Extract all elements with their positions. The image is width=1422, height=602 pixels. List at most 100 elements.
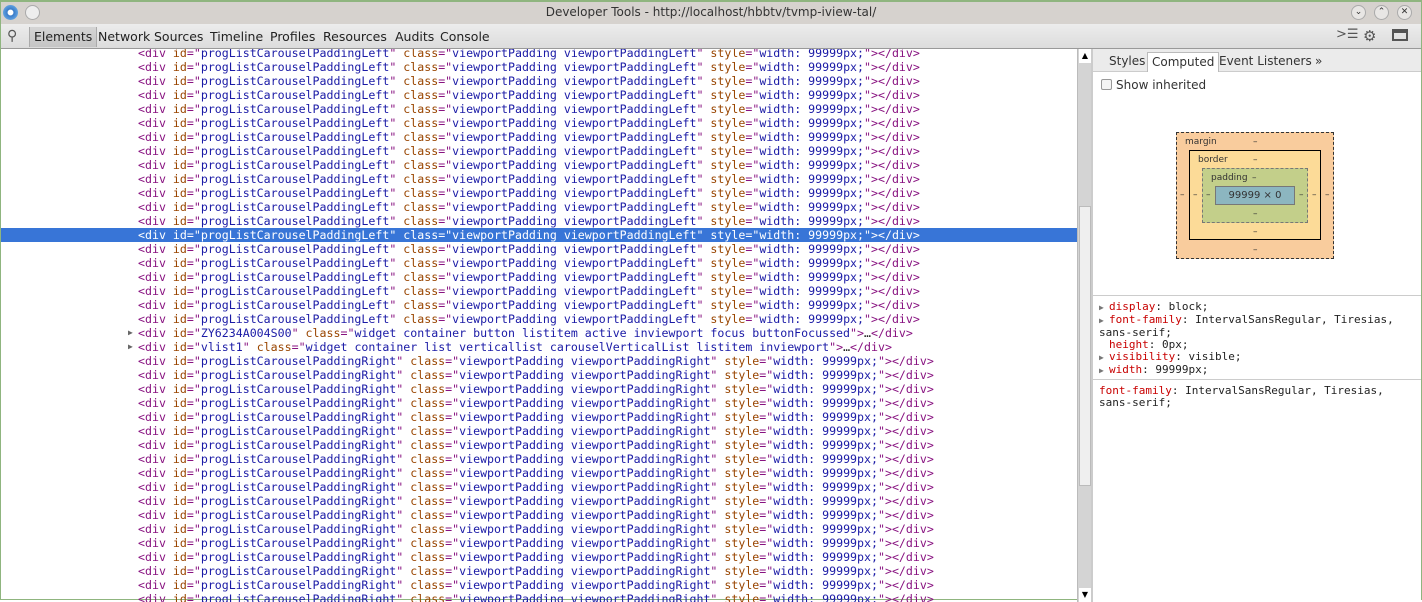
tab-styles[interactable]: Styles [1105, 52, 1149, 72]
tab-elements[interactable]: Elements [29, 27, 98, 47]
attr-name: class [403, 578, 446, 592]
tab-console[interactable]: Console [436, 27, 494, 47]
dom-node-row[interactable]: <div id="progListCarouselPaddingLeft" cl… [1, 312, 1077, 326]
dom-node-row[interactable]: <div id="progListCarouselPaddingRight" c… [1, 410, 1077, 424]
scrollbar-thumb[interactable] [1079, 206, 1091, 486]
tag-close: </div> [877, 88, 920, 102]
dom-node-row[interactable]: <div id="progListCarouselPaddingLeft" cl… [1, 256, 1077, 270]
dom-node-row[interactable]: <div id="progListCarouselPaddingLeft" cl… [1, 116, 1077, 130]
attr-value-style: width: 99999px; [759, 200, 865, 214]
dom-node-row[interactable]: <div id="progListCarouselPaddingRight" c… [1, 466, 1077, 480]
tab-profiles[interactable]: Profiles [266, 27, 319, 47]
attr-value-class: viewportPadding viewportPaddingRight [459, 494, 711, 508]
dom-node-row[interactable]: <div id="progListCarouselPaddingLeft" cl… [1, 214, 1077, 228]
dom-node-row[interactable]: <div id="progListCarouselPaddingLeft" cl… [1, 49, 1077, 60]
punct: =" [186, 242, 201, 256]
dom-node-row[interactable]: <div id="progListCarouselPaddingRight" c… [1, 578, 1077, 592]
tab-network[interactable]: Network [94, 27, 154, 47]
punct: =" [759, 382, 774, 396]
dom-node-row[interactable]: <div id="progListCarouselPaddingRight" c… [1, 494, 1077, 508]
tab-resources[interactable]: Resources [319, 27, 391, 47]
dom-node-row[interactable]: <div id="progListCarouselPaddingLeft" cl… [1, 172, 1077, 186]
dom-node-row[interactable]: <div id="progListCarouselPaddingLeft" cl… [1, 228, 1077, 242]
expand-triangle-icon[interactable]: ▶ [128, 340, 133, 354]
expand-triangle-icon[interactable]: ▶ [1099, 352, 1109, 364]
attr-name: class [396, 312, 439, 326]
dom-node-row[interactable]: <div id="progListCarouselPaddingLeft" cl… [1, 284, 1077, 298]
punct: =" [438, 144, 453, 158]
dom-node-row[interactable]: <div id="progListCarouselPaddingRight" c… [1, 522, 1077, 536]
tab-sources[interactable]: Sources [150, 27, 207, 47]
attr-value-class: viewportPadding viewportPaddingRight [459, 382, 711, 396]
dom-node-row[interactable]: <div id="progListCarouselPaddingRight" c… [1, 508, 1077, 522]
computed-property[interactable]: ▶ width: 99999px; [1099, 364, 1415, 377]
attr-name: class [403, 522, 446, 536]
attr-value-class: viewportPadding viewportPaddingLeft [452, 312, 697, 326]
dom-node-row[interactable]: <div id="progListCarouselPaddingLeft" cl… [1, 200, 1077, 214]
dom-node-row[interactable]: <div id="progListCarouselPaddingLeft" cl… [1, 88, 1077, 102]
punct: =" [438, 242, 453, 256]
dom-node-row[interactable]: <div id="progListCarouselPaddingLeft" cl… [1, 242, 1077, 256]
expand-triangle-icon[interactable]: ▶ [1099, 302, 1109, 314]
tab-computed[interactable]: Computed [1147, 52, 1220, 72]
attr-name: style [717, 466, 760, 480]
search-icon[interactable]: ⚲ [7, 28, 17, 44]
punct: "> [864, 186, 878, 200]
more-tabs-icon[interactable]: » [1311, 52, 1326, 72]
attr-value-style: width: 99999px; [773, 592, 878, 602]
tab-audits[interactable]: Audits [391, 27, 438, 47]
attr-value-id: progListCarouselPaddingRight [200, 592, 397, 602]
attr-name: style [703, 256, 746, 270]
elements-tree[interactable]: <div id="progListCarouselPaddingLeft" cl… [1, 49, 1077, 602]
dom-node-row[interactable]: ▶ <div id="vlist1" class="widget containe… [1, 340, 1077, 354]
attr-value-id: progListCarouselPaddingLeft [200, 200, 390, 214]
elements-scrollbar[interactable]: ▲ ▼ [1077, 49, 1091, 602]
dom-node-row[interactable]: <div id="progListCarouselPaddingLeft" cl… [1, 298, 1077, 312]
dom-node-row[interactable]: <div id="progListCarouselPaddingRight" c… [1, 368, 1077, 382]
dom-node-row[interactable]: <div id="progListCarouselPaddingRight" c… [1, 564, 1077, 578]
maximize-button[interactable]: ⌃ [1374, 5, 1389, 20]
attr-name: style [703, 88, 746, 102]
expand-triangle-icon[interactable]: ▶ [1099, 365, 1109, 377]
dom-node-row[interactable]: <div id="progListCarouselPaddingRight" c… [1, 550, 1077, 564]
dom-node-row[interactable]: <div id="progListCarouselPaddingLeft" cl… [1, 144, 1077, 158]
attr-value-class: viewportPadding viewportPaddingRight [459, 466, 711, 480]
dom-node-row[interactable]: <div id="progListCarouselPaddingLeft" cl… [1, 74, 1077, 88]
dom-node-row[interactable]: <div id="progListCarouselPaddingRight" c… [1, 452, 1077, 466]
dom-node-row[interactable]: <div id="progListCarouselPaddingLeft" cl… [1, 130, 1077, 144]
padding-left: – [1206, 190, 1211, 200]
attr-name: style [703, 172, 746, 186]
close-button[interactable]: ✕ [1397, 5, 1412, 20]
tag-open: <div [138, 424, 166, 438]
expand-triangle-icon[interactable]: ▶ [128, 326, 133, 340]
dom-node-row[interactable]: <div id="progListCarouselPaddingLeft" cl… [1, 60, 1077, 74]
dom-node-row[interactable]: <div id="progListCarouselPaddingRight" c… [1, 592, 1077, 602]
punct: "> [864, 312, 878, 326]
tab-event-listeners[interactable]: Event Listeners [1215, 52, 1316, 72]
dock-icon[interactable] [1392, 29, 1408, 41]
computed-property[interactable]: ▶ font-family: IntervalSansRegular, Tires… [1099, 314, 1415, 339]
dom-node-row[interactable]: <div id="progListCarouselPaddingRight" c… [1, 396, 1077, 410]
punct: =" [745, 130, 760, 144]
dom-node-row[interactable]: <div id="progListCarouselPaddingRight" c… [1, 438, 1077, 452]
attr-name: id [165, 522, 187, 536]
tab-timeline[interactable]: Timeline [206, 27, 267, 47]
dom-node-row[interactable]: <div id="progListCarouselPaddingRight" c… [1, 480, 1077, 494]
punct: =" [438, 214, 453, 228]
dom-node-row[interactable]: <div id="progListCarouselPaddingRight" c… [1, 536, 1077, 550]
dom-node-row[interactable]: <div id="progListCarouselPaddingLeft" cl… [1, 270, 1077, 284]
checkbox[interactable] [1101, 79, 1112, 90]
dom-node-row[interactable]: <div id="progListCarouselPaddingRight" c… [1, 424, 1077, 438]
attr-name: style [703, 270, 746, 284]
console-drawer-icon[interactable]: >☰ [1336, 27, 1359, 42]
dom-node-row[interactable]: ▶ <div id="ZY6234A004S00" class="widget c… [1, 326, 1077, 340]
show-inherited-checkbox[interactable]: Show inherited [1101, 78, 1206, 92]
dom-node-row[interactable]: <div id="progListCarouselPaddingLeft" cl… [1, 186, 1077, 200]
dom-node-row[interactable]: <div id="progListCarouselPaddingRight" c… [1, 354, 1077, 368]
dom-node-row[interactable]: <div id="progListCarouselPaddingRight" c… [1, 382, 1077, 396]
dom-node-row[interactable]: <div id="progListCarouselPaddingLeft" cl… [1, 158, 1077, 172]
dom-node-row[interactable]: <div id="progListCarouselPaddingLeft" cl… [1, 102, 1077, 116]
scroll-up-arrow[interactable]: ▲ [1079, 49, 1091, 63]
gear-icon[interactable]: ⚙ [1363, 27, 1376, 45]
minimize-button[interactable]: ⌄ [1351, 5, 1366, 20]
